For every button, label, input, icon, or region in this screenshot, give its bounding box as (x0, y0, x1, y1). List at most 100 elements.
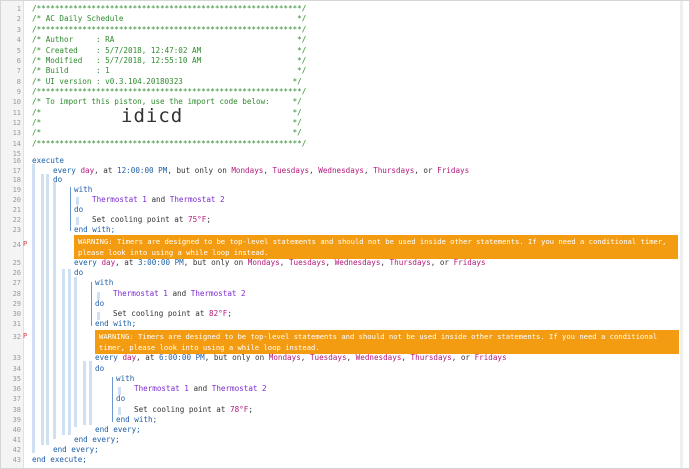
but-only-on-text: , but only on (167, 166, 227, 175)
with-keyword: with (116, 374, 135, 383)
with-keyword: with (95, 278, 114, 287)
end-with: end with; (116, 415, 157, 425)
line-number: 3 (16, 26, 21, 34)
block-bracket (112, 377, 116, 422)
with-keyword: with (74, 185, 93, 194)
line-number: 18 (12, 176, 21, 184)
line-number: 33 (12, 354, 21, 362)
line-number: 5 (16, 47, 21, 55)
line-number: 41 (12, 436, 21, 444)
at-text: , at (115, 258, 134, 267)
line-number: 25 (12, 259, 21, 267)
end-every: end every; (74, 435, 120, 445)
indent-guide (62, 269, 65, 435)
indent-guide (118, 387, 121, 395)
line-number: 36 (12, 385, 21, 393)
indent-guide (76, 217, 79, 225)
end-with-keyword: end with; (116, 415, 158, 424)
comment-line: /* */ (32, 128, 302, 138)
indent-guide (74, 277, 77, 427)
comment-line: /***************************************… (32, 87, 306, 97)
and-text: and (172, 289, 187, 298)
time-value: 6:00:00 PM (159, 353, 205, 362)
line-number: 2 (16, 15, 21, 23)
do-keyword: do (116, 394, 126, 403)
with-statement: with (116, 374, 134, 384)
comment-line: /***************************************… (32, 25, 307, 34)
line-number: 16 (12, 157, 21, 165)
line-number: 10 (12, 98, 21, 106)
at-text: , at (94, 166, 113, 175)
comment-line: /* UI version : v0.3.104.20180323 */ (32, 77, 302, 86)
every-keyword: every (74, 258, 97, 267)
set-cooling-text: Set cooling point at (113, 309, 205, 318)
line-number: 8 (16, 78, 21, 86)
end-with-keyword: end with; (74, 225, 116, 234)
indent-guide (89, 361, 92, 425)
device-list: Thermostat 1 and Thermostat 2 (134, 384, 267, 394)
weekday-value: Tuesdays (272, 166, 310, 175)
line-number: 22 (12, 216, 21, 224)
execute-keyword: execute (32, 156, 65, 165)
block-bracket (91, 282, 95, 326)
timer-warning-banner: WARNING: Timers are designed to be top-l… (95, 330, 679, 354)
end-execute-keyword: end execute; (32, 455, 87, 464)
weekday-value: Fridays (437, 166, 470, 175)
every-keyword: every (53, 166, 76, 175)
device-list: Thermostat 1 and Thermostat 2 (113, 289, 246, 299)
indent-guide (53, 182, 56, 439)
line-number: 20 (12, 196, 21, 204)
comment-line: /***************************************… (32, 25, 306, 35)
device-thermostat-2: Thermostat 2 (211, 384, 267, 393)
line-number: 21 (12, 206, 21, 214)
comment-line: /* Author : RA */ (32, 35, 306, 45)
set-cooling-text: Set cooling point at (92, 215, 184, 224)
weekday-value: Fridays (453, 258, 486, 267)
scrollbar-track[interactable] (680, 1, 683, 468)
comment-line: /* Modified : 5/7/2018, 12:55:10 AM */ (32, 56, 307, 65)
line-number: 23 (12, 226, 21, 234)
line-number: 11 (12, 109, 21, 117)
do-keyword: do (74, 205, 84, 214)
day-value: day (122, 353, 137, 362)
and-text: and (193, 384, 208, 393)
end-every-keyword: end every; (53, 445, 99, 454)
set-cooling-command: Set cooling point at 78°F; (134, 405, 253, 414)
weekday-value: Fridays (474, 353, 507, 362)
weekday-value: Mondays (268, 353, 301, 362)
device-thermostat-1: Thermostat 1 (113, 289, 168, 298)
line-number: 1 (16, 5, 21, 13)
comment-line: /* Build : 1 */ (32, 66, 306, 76)
indent-guide (68, 269, 71, 435)
every-statement: every day, at 12:00:00 PM, but only on M… (53, 166, 470, 175)
temperature-value: 75°F (188, 215, 207, 224)
weekday-value: Thursdays (373, 166, 415, 175)
do-keyword: do (95, 299, 105, 308)
device-thermostat-1: Thermostat 1 (134, 384, 189, 393)
line-number: 32 (12, 333, 21, 341)
end-with: end with; (95, 319, 136, 329)
line-number: 13 (12, 129, 21, 137)
every-keyword: every (95, 353, 118, 362)
indent-guide (83, 361, 86, 425)
with-statement: with (74, 185, 92, 195)
or-text: , or (430, 258, 449, 267)
line-number: 34 (12, 365, 21, 373)
end-with-keyword: end with; (95, 319, 137, 328)
or-text: , or (414, 166, 433, 175)
line-number: 30 (12, 310, 21, 318)
line-number: 17 (12, 167, 21, 175)
end-every: end every; (53, 445, 99, 455)
temperature-value: 78°F (230, 405, 249, 414)
line-number: 24 (12, 241, 21, 249)
line-number: 19 (12, 186, 21, 194)
weekday-value: Wednesdays (355, 353, 402, 362)
line-number-gutter: 1 2 3 4 5 6 7 8 9 10 11 12 13 14 15 16 17 18 19 20 21 22 23 24 2… (1, 1, 24, 468)
and-text: and (151, 195, 166, 204)
weekday-value: Tuesdays (309, 353, 347, 362)
line-number: 9 (16, 88, 21, 96)
device-thermostat-2: Thermostat 2 (169, 195, 225, 204)
weekday-value: Thursdays (410, 353, 452, 362)
set-cooling-command: Set cooling point at 82°F; (113, 309, 232, 318)
comment-line: /* Build : 1 */ (32, 66, 307, 75)
